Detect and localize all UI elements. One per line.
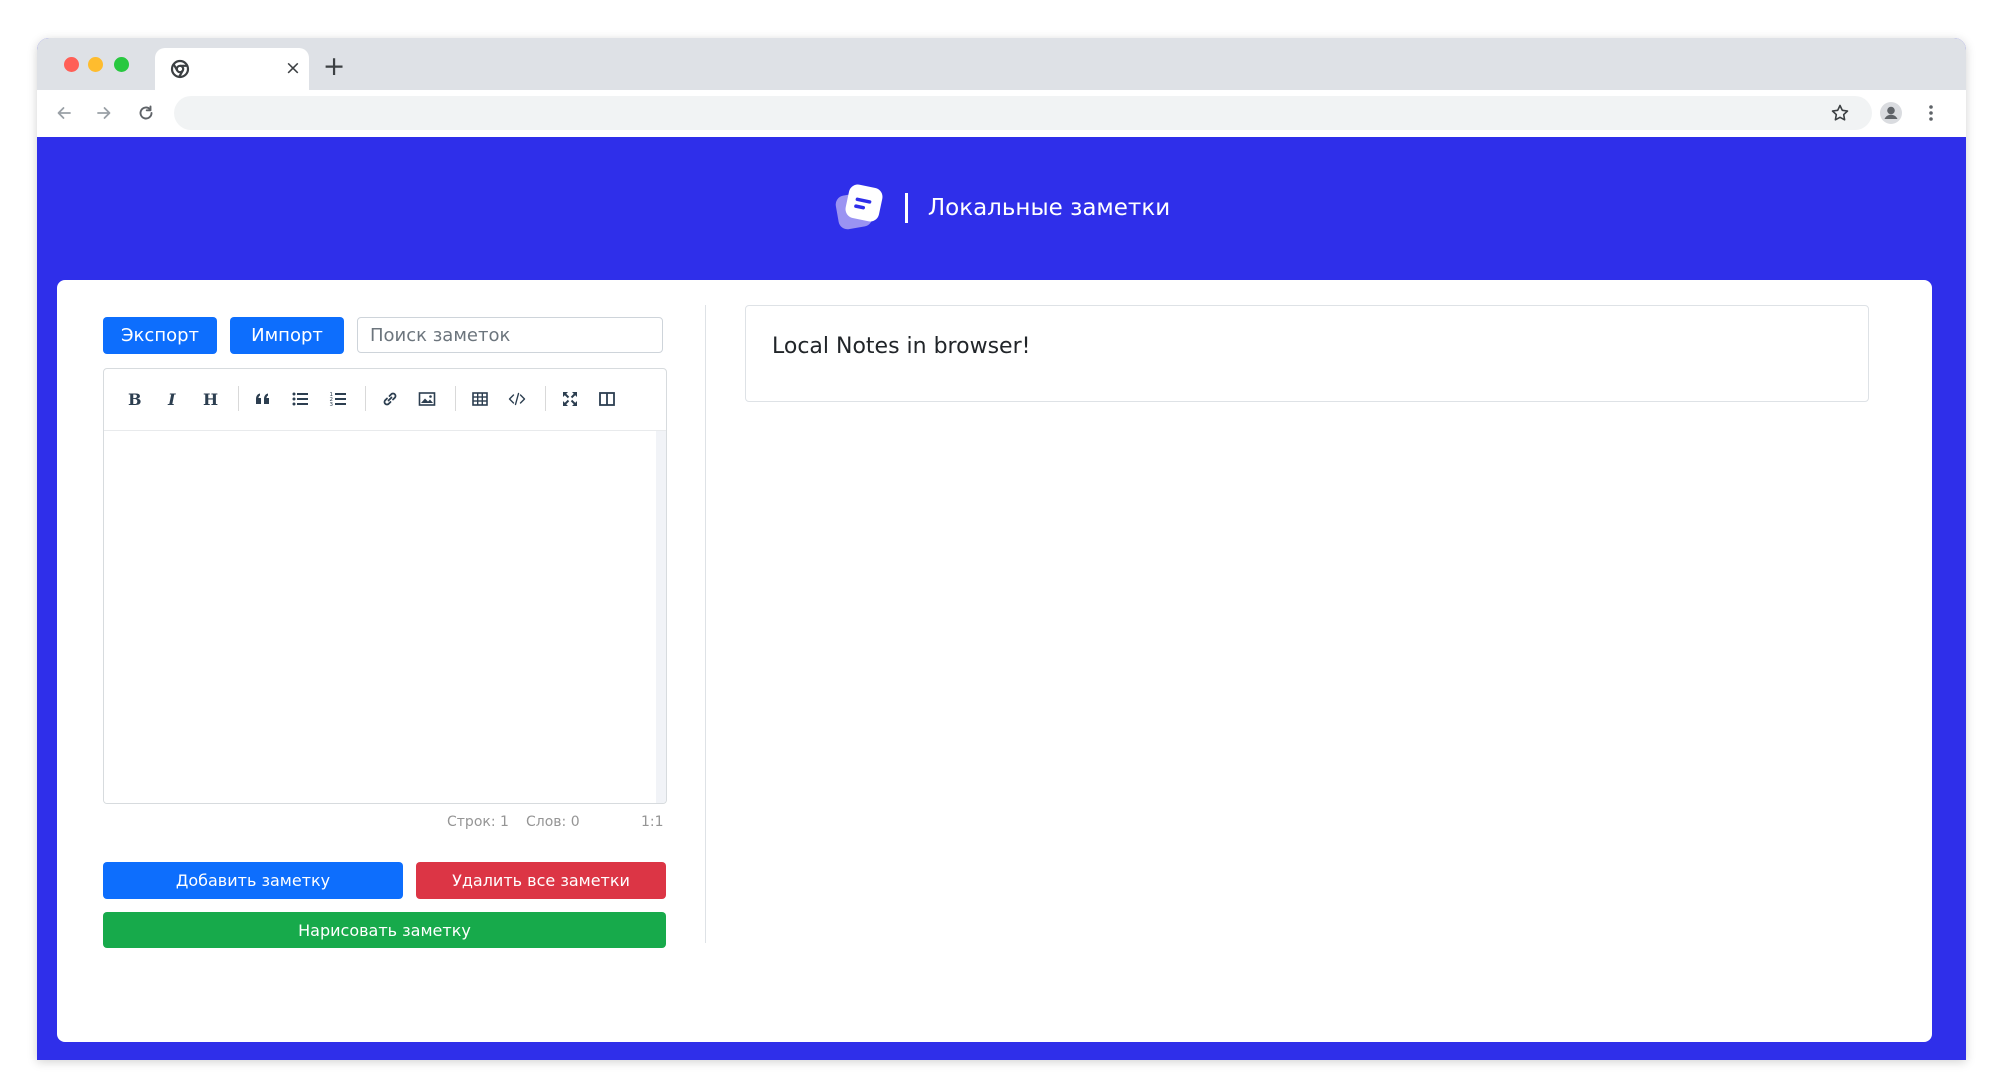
link-icon[interactable]: [377, 386, 403, 412]
svg-text:I: I: [167, 390, 176, 408]
page: Локальные заметки Экспорт Импорт B I: [37, 137, 1966, 1060]
code-icon[interactable]: [504, 386, 530, 412]
tab-close-icon[interactable]: ×: [281, 56, 305, 80]
toolbar-separator: [545, 386, 546, 411]
header-separator: [904, 192, 908, 223]
back-arrow-icon[interactable]: [50, 99, 78, 127]
address-bar[interactable]: [174, 96, 1872, 130]
panel-divider: [705, 305, 706, 943]
forward-arrow-icon[interactable]: [90, 99, 118, 127]
side-by-side-icon[interactable]: [594, 386, 620, 412]
toolbar-separator: [365, 386, 366, 411]
status-cursor: 1:1: [641, 814, 664, 830]
editor-toolbar: B I H 1 2 3: [104, 369, 666, 431]
image-icon[interactable]: [414, 386, 440, 412]
editor-textarea[interactable]: [104, 431, 658, 803]
main-card: Экспорт Импорт B I H: [57, 280, 1932, 1042]
svg-text:3: 3: [330, 402, 334, 408]
browser-tab[interactable]: ×: [155, 48, 309, 90]
toolbar-separator: [238, 386, 239, 411]
browser-window: × + Локальные заметки Экспорт Импорт Пои…: [37, 38, 1966, 1060]
status-words: Слов: 0: [526, 814, 580, 830]
browser-toolbar: [37, 90, 1966, 137]
import-button[interactable]: Импорт: [230, 317, 344, 354]
minimize-window-button[interactable]: [88, 57, 103, 72]
profile-avatar-icon[interactable]: [1877, 99, 1905, 127]
unordered-list-icon[interactable]: [287, 386, 313, 412]
fullscreen-icon[interactable]: [557, 386, 583, 412]
chrome-icon: [170, 59, 190, 79]
note-card[interactable]: Local Notes in browser!: [745, 305, 1869, 402]
more-menu-icon[interactable]: [1917, 99, 1945, 127]
notes-logo-icon: [833, 182, 885, 234]
svg-text:B: B: [128, 390, 142, 408]
tab-strip: × +: [37, 38, 1966, 90]
quote-icon[interactable]: [250, 386, 276, 412]
search-input[interactable]: [357, 317, 663, 353]
italic-icon[interactable]: I: [159, 386, 185, 412]
editor-scrollbar[interactable]: [656, 431, 666, 803]
table-icon[interactable]: [467, 386, 493, 412]
svg-text:H: H: [203, 390, 218, 408]
status-lines: Строк: 1: [447, 814, 509, 830]
bold-icon[interactable]: B: [121, 386, 147, 412]
note-text: Local Notes in browser!: [772, 334, 1031, 359]
heading-icon[interactable]: H: [197, 386, 223, 412]
delete-all-notes-button[interactable]: Удалить все заметки: [416, 862, 666, 899]
toolbar-separator: [455, 386, 456, 411]
app-title: Локальные заметки: [927, 194, 1171, 221]
maximize-window-button[interactable]: [114, 57, 129, 72]
close-window-button[interactable]: [64, 57, 79, 72]
add-note-button[interactable]: Добавить заметку: [103, 862, 403, 899]
bookmark-star-icon[interactable]: [1826, 99, 1854, 127]
app-header: Локальные заметки: [37, 137, 1966, 278]
new-tab-button[interactable]: +: [320, 52, 348, 80]
export-button[interactable]: Экспорт: [103, 317, 217, 354]
draw-note-button[interactable]: Нарисовать заметку: [103, 912, 666, 948]
markdown-editor: B I H 1 2 3: [103, 368, 667, 804]
ordered-list-icon[interactable]: 123: [325, 386, 351, 412]
reload-icon[interactable]: [132, 99, 160, 127]
